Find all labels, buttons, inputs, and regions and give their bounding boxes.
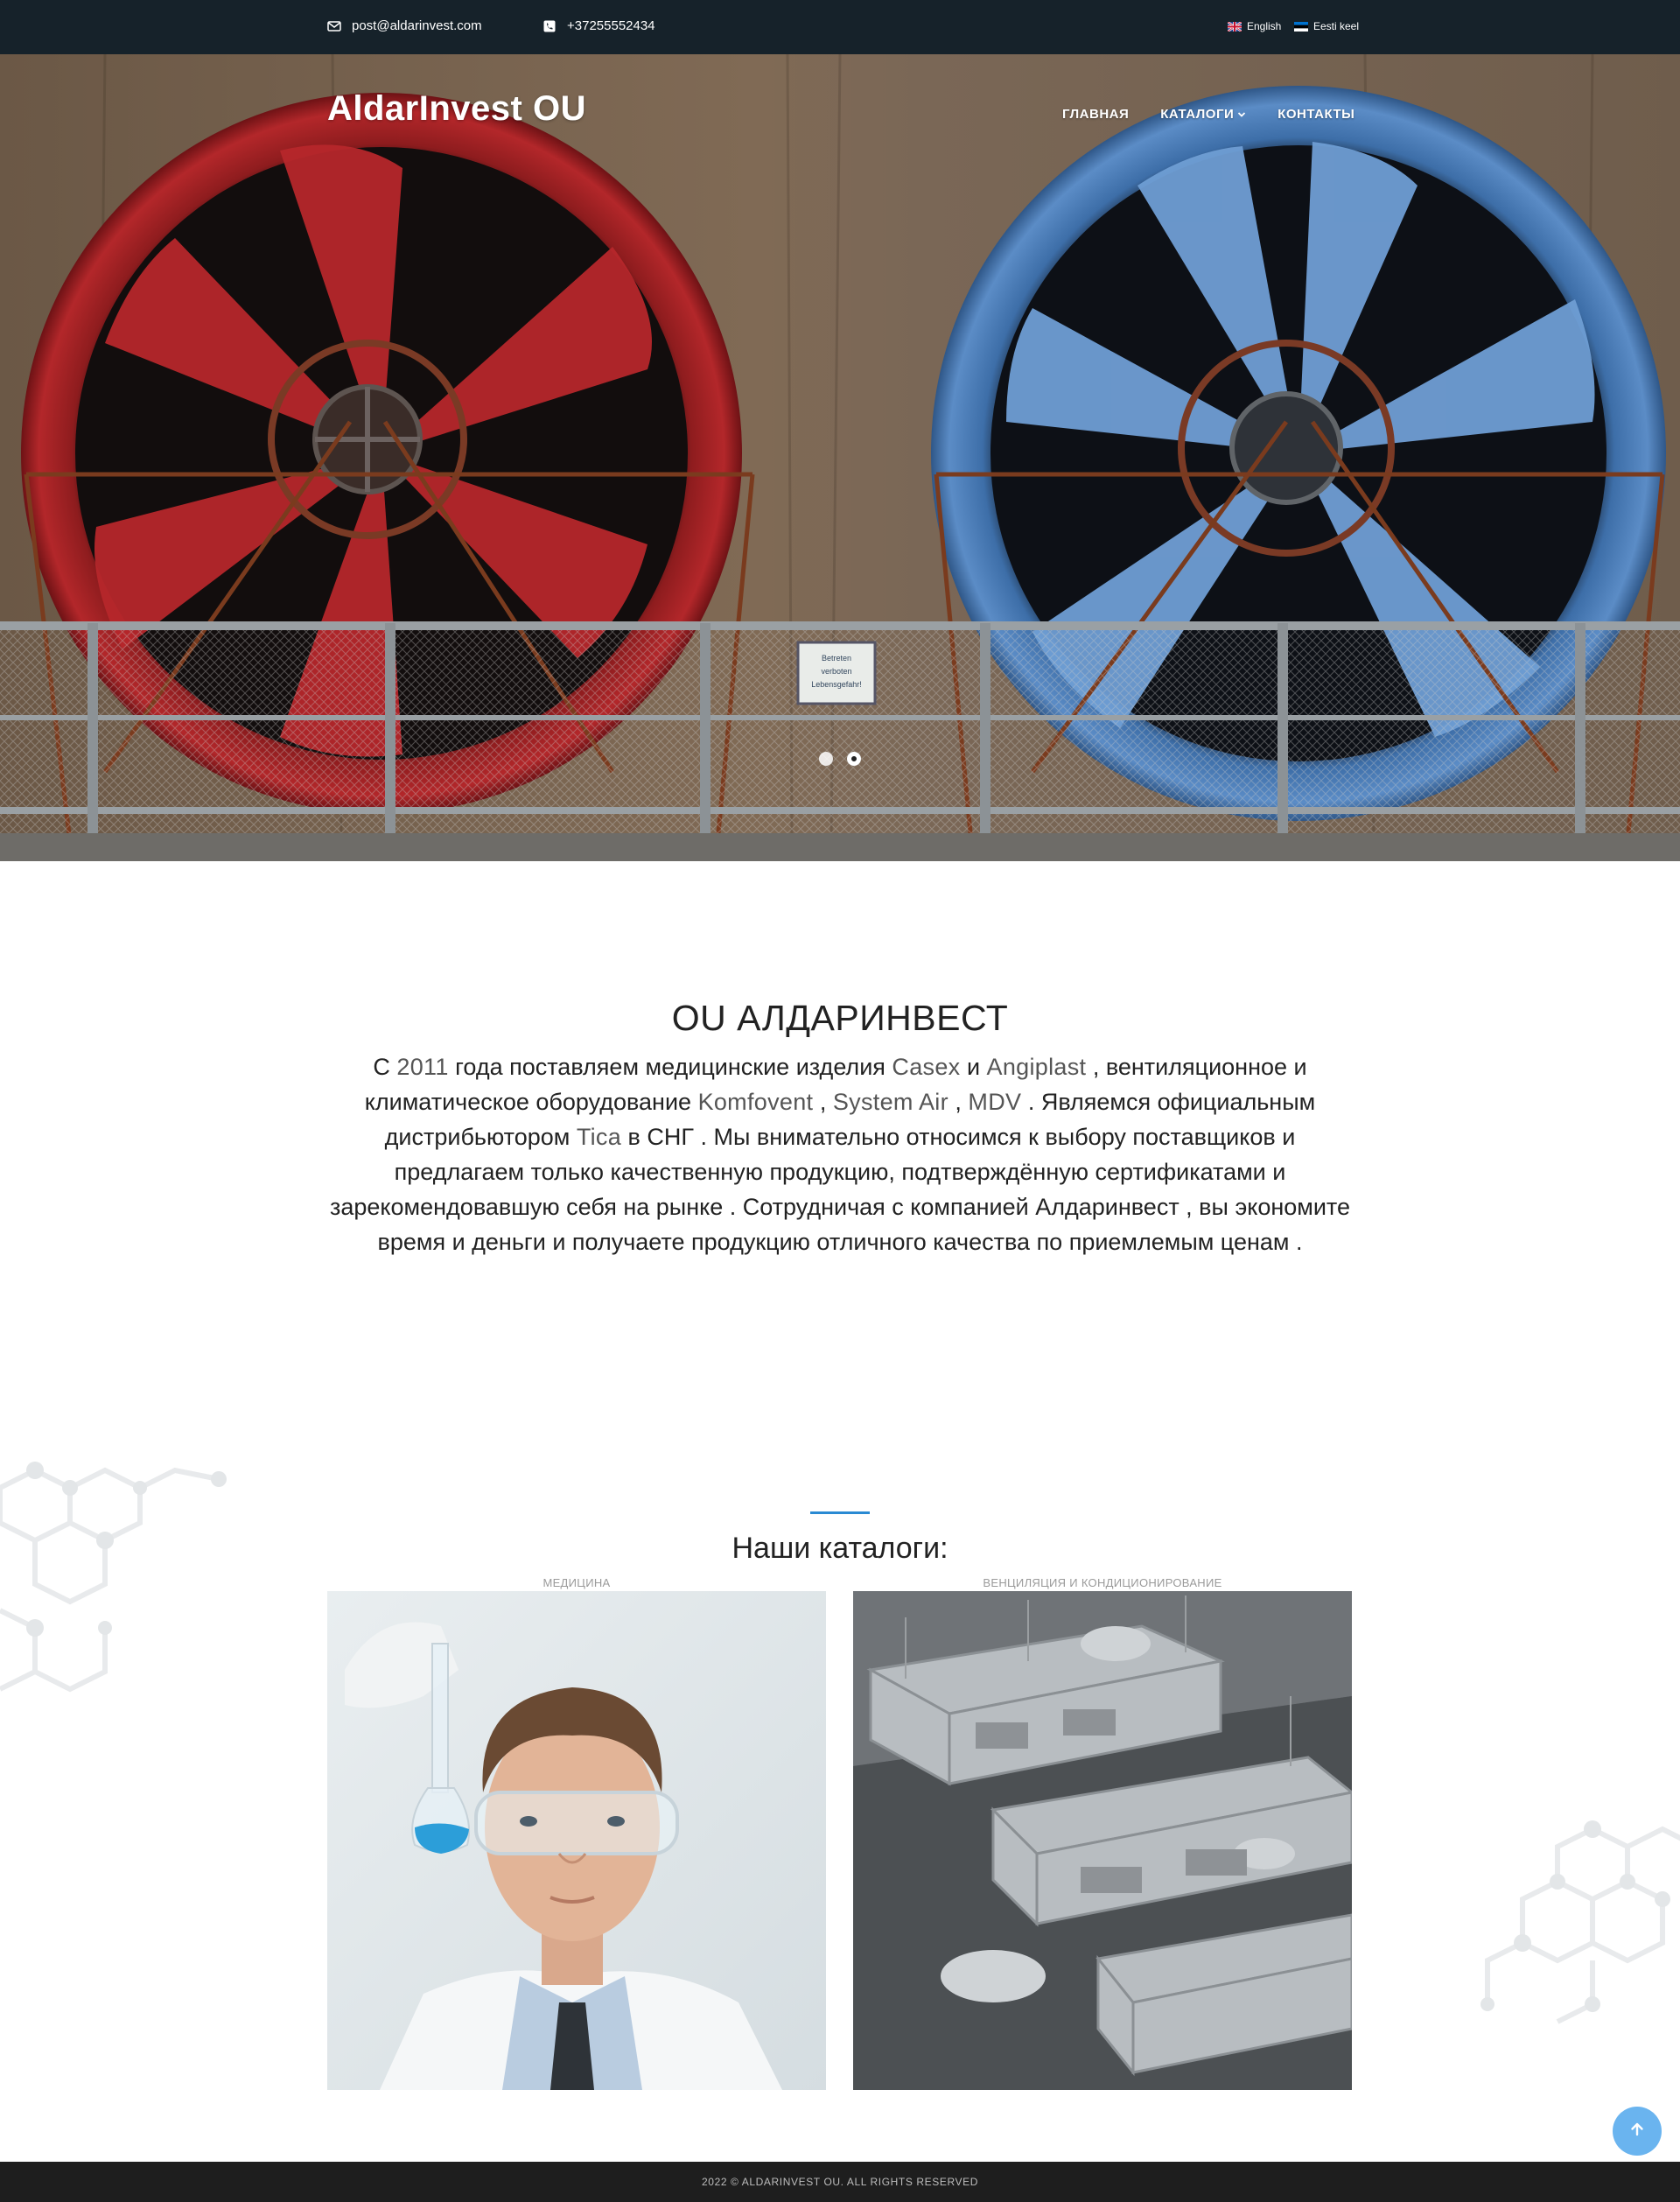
arrow-up-icon xyxy=(1628,2121,1646,2142)
language-english-label[interactable]: English xyxy=(1247,20,1281,32)
catalog-image-ventilation[interactable] xyxy=(853,1591,1352,2090)
email-contact[interactable]: post@aldarinvest.com xyxy=(327,18,482,33)
uk-flag-icon xyxy=(1228,21,1242,32)
warning-sign: Betreten verboten Lebensgefahr! xyxy=(796,641,877,705)
phone-text[interactable]: +37255552434 xyxy=(567,18,655,33)
envelope-icon xyxy=(327,20,341,32)
nav-home[interactable]: ГЛАВНАЯ xyxy=(1062,107,1129,122)
svg-text:Lebensgefahr!: Lebensgefahr! xyxy=(811,680,862,689)
main-nav: ГЛАВНАЯ КАТАЛОГИ КОНТАКТЫ xyxy=(1062,107,1354,122)
section-divider xyxy=(810,1511,870,1514)
slider-dots xyxy=(819,752,861,766)
about-section: OU АЛДАРИНВЕСТ С 2011 года поставляем ме… xyxy=(327,998,1353,1259)
phone-icon xyxy=(542,20,556,32)
brand-casex: Casex xyxy=(892,1054,961,1080)
catalog-label-medicine[interactable]: МЕДИЦИНА xyxy=(327,1575,826,1591)
year-text: 2011 xyxy=(396,1054,449,1080)
hero-fans-image: Betreten verboten Lebensgefahr! xyxy=(0,54,1680,861)
language-estonian-label[interactable]: Eesti keel xyxy=(1313,20,1359,32)
slider-dot-2[interactable] xyxy=(847,752,861,766)
svg-text:Betreten: Betreten xyxy=(822,654,851,663)
brand-angiplast: Angiplast xyxy=(986,1054,1087,1080)
chevron-down-icon xyxy=(1237,107,1246,122)
estonia-flag-icon xyxy=(1294,21,1308,32)
slider-dot-1[interactable] xyxy=(819,752,833,766)
top-bar: post@aldarinvest.com +37255552434 Englis… xyxy=(0,0,1680,54)
footer: 2022 © ALDARINVEST OU. ALL RIGHTS RESERV… xyxy=(0,2162,1680,2202)
phone-contact[interactable]: +37255552434 xyxy=(542,18,655,33)
brand-logo[interactable]: AldarInvest OU xyxy=(327,89,586,129)
svg-text:verboten: verboten xyxy=(821,667,851,676)
copyright-text: 2022 © ALDARINVEST OU. ALL RIGHTS RESERV… xyxy=(702,2176,978,2188)
catalog-label-ventilation[interactable]: ВЕНЦИЛЯЦИЯ И КОНДИЦИОНИРОВАНИЕ xyxy=(853,1575,1352,1591)
nav-catalogs[interactable]: КАТАЛОГИ xyxy=(1160,107,1246,122)
catalog-card-ventilation[interactable]: ВЕНЦИЛЯЦИЯ И КОНДИЦИОНИРОВАНИЕ xyxy=(853,1575,1352,2090)
scroll-to-top-button[interactable] xyxy=(1613,2107,1662,2156)
hero-slider: Betreten verboten Lebensgefahr! AldarInv… xyxy=(0,54,1680,861)
catalog-card-medicine[interactable]: МЕДИЦИНА xyxy=(327,1575,826,2090)
catalog-image-medicine[interactable] xyxy=(327,1591,826,2090)
brand-tica: Tica xyxy=(576,1124,622,1150)
language-estonian[interactable]: Eesti keel xyxy=(1294,20,1359,32)
catalogs-title: Наши каталоги: xyxy=(732,1532,948,1565)
language-english[interactable]: English xyxy=(1228,20,1281,32)
about-text: С 2011 года поставляем медицинские издел… xyxy=(330,1054,1350,1255)
brand-system-air: System Air xyxy=(832,1089,948,1115)
nav-contacts[interactable]: КОНТАКТЫ xyxy=(1278,107,1354,122)
email-text[interactable]: post@aldarinvest.com xyxy=(352,18,482,33)
about-title: OU АЛДАРИНВЕСТ xyxy=(671,998,1009,1038)
brand-mdv: MDV xyxy=(968,1089,1022,1115)
brand-komfovent: Komfovent xyxy=(697,1089,814,1115)
